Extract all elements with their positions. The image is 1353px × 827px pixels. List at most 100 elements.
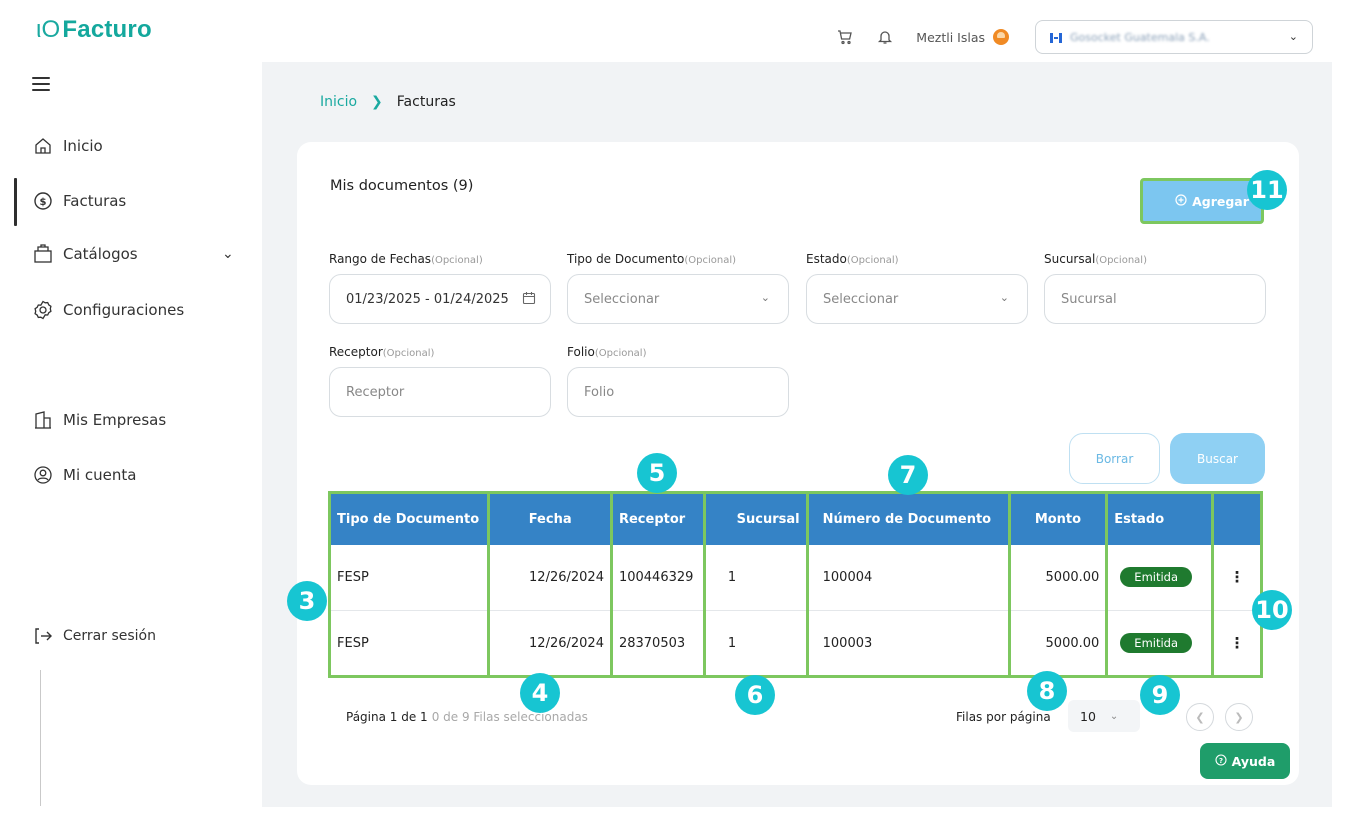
avatar[interactable] xyxy=(993,29,1009,45)
sidebar-item-configuraciones[interactable]: Configuraciones xyxy=(32,296,184,324)
doc-type-select[interactable]: Seleccionar ⌄ xyxy=(567,274,789,324)
more-vertical-icon[interactable]: ⋮ xyxy=(1230,568,1245,586)
sidebar-item-facturas[interactable]: $ Facturas xyxy=(32,187,126,215)
annotation-marker: 7 xyxy=(888,455,928,495)
annotation-marker: 3 xyxy=(287,581,327,621)
cart-icon[interactable] xyxy=(836,28,854,46)
folio-label: Folio(Opcional) xyxy=(567,345,647,359)
bell-icon[interactable] xyxy=(876,28,894,46)
sidebar-item-label: Mi cuenta xyxy=(63,466,137,484)
plus-circle-icon xyxy=(1175,193,1187,209)
more-vertical-icon[interactable]: ⋮ xyxy=(1230,634,1245,652)
cell-receiver: 28370503 xyxy=(609,610,706,678)
column-header[interactable]: Monto xyxy=(1007,491,1109,545)
column-header xyxy=(1211,491,1263,545)
column-header[interactable]: Fecha xyxy=(487,491,613,545)
chevron-down-icon[interactable]: ⌄ xyxy=(222,246,234,262)
annotation-marker: 9 xyxy=(1140,675,1180,715)
selected-info: 0 de 9 Filas seleccionadas xyxy=(431,710,588,724)
app-logo[interactable]: ιOFacturo xyxy=(36,16,152,44)
branch-label: Sucursal(Opcional) xyxy=(1044,252,1147,266)
doc-type-label: Tipo de Documento(Opcional) xyxy=(567,252,737,266)
annotation-marker: 5 xyxy=(637,453,677,493)
home-icon xyxy=(32,135,54,157)
status-select[interactable]: Seleccionar ⌄ xyxy=(806,274,1028,324)
column-header[interactable]: Número de Documento xyxy=(805,491,1011,545)
rows-per-page-value: 10 xyxy=(1080,708,1096,724)
column-header[interactable]: Estado xyxy=(1105,491,1215,545)
cell-doc-number: 100003 xyxy=(805,610,1011,678)
sidebar-item-inicio[interactable]: Inicio xyxy=(32,132,103,160)
documents-table: Tipo de Documento Fecha Receptor Sucursa… xyxy=(327,491,1263,678)
sidebar-item-catalogos[interactable]: Catálogos xyxy=(32,240,138,268)
sidebar-item-mi-cuenta[interactable]: Mi cuenta xyxy=(32,461,136,489)
column-header[interactable]: Tipo de Documento xyxy=(327,491,491,545)
rows-per-page-label: Filas por página xyxy=(956,710,1051,724)
breadcrumb-current: Facturas xyxy=(396,94,456,110)
table-row[interactable]: FESP 12/26/2024 28370503 1 100003 5000.0… xyxy=(327,610,1263,678)
cell-amount: 5000.00 xyxy=(1007,610,1109,678)
chevron-down-icon: ⌄ xyxy=(1109,710,1119,722)
status-label: Estado(Opcional) xyxy=(806,252,899,266)
logo-mark: ιO xyxy=(36,16,61,43)
sidebar-item-label: Facturas xyxy=(63,192,127,210)
sidebar-item-mis-empresas[interactable]: Mis Empresas xyxy=(32,406,166,434)
building-icon xyxy=(32,409,54,431)
receiver-input[interactable]: Receptor xyxy=(329,367,551,417)
sidebar-item-label: Configuraciones xyxy=(63,301,185,319)
cell-doc-type: FESP xyxy=(327,610,491,678)
menu-toggle-icon[interactable] xyxy=(32,77,50,91)
table-header-row: Tipo de Documento Fecha Receptor Sucursa… xyxy=(327,491,1263,545)
add-button[interactable]: Agregar xyxy=(1140,178,1264,224)
chevron-down-icon: ⌄ xyxy=(1288,30,1298,43)
gear-icon xyxy=(32,299,54,321)
svg-text:$: $ xyxy=(40,197,47,208)
cell-date: 12/26/2024 xyxy=(487,610,613,678)
dollar-circle-icon: $ xyxy=(32,190,54,212)
sidebar-item-label: Inicio xyxy=(63,137,103,155)
logo-text: Facturo xyxy=(62,16,152,43)
status-badge: Emitida xyxy=(1120,567,1193,588)
user-circle-icon xyxy=(32,464,54,486)
chevron-right-icon: ❯ xyxy=(371,94,383,110)
flag-icon xyxy=(1050,33,1062,43)
prev-page-button[interactable]: ❮ xyxy=(1186,703,1214,731)
catalog-icon xyxy=(32,243,54,265)
page-info: Página 1 de 1 xyxy=(346,710,428,724)
help-label: Ayuda xyxy=(1231,753,1276,769)
svg-text:?: ? xyxy=(1219,756,1223,764)
status-badge: Emitida xyxy=(1120,633,1193,653)
rows-per-page-select[interactable]: 10 ⌄ xyxy=(1068,700,1140,732)
cell-amount: 5000.00 xyxy=(1007,544,1109,611)
annotation-marker: 11 xyxy=(1247,170,1287,210)
breadcrumb-home[interactable]: Inicio xyxy=(320,94,357,110)
search-button[interactable]: Buscar xyxy=(1170,433,1265,484)
chevron-down-icon: ⌄ xyxy=(999,291,1009,304)
next-page-button[interactable]: ❯ xyxy=(1225,703,1253,731)
annotation-marker: 4 xyxy=(520,673,560,713)
column-header[interactable]: Receptor xyxy=(609,491,706,545)
clear-button[interactable]: Borrar xyxy=(1069,433,1160,484)
add-button-label: Agregar xyxy=(1192,193,1249,209)
chevron-right-icon: ❯ xyxy=(1234,710,1244,724)
user-name[interactable]: Meztli Islas xyxy=(916,30,985,45)
cell-receiver: 100446329 xyxy=(609,544,706,611)
cell-branch: 1 xyxy=(702,544,809,611)
branch-input[interactable]: Sucursal xyxy=(1044,274,1266,324)
cell-status: Emitida xyxy=(1105,610,1215,678)
sidebar-item-label: Catálogos xyxy=(63,245,138,263)
table-row[interactable]: FESP 12/26/2024 100446329 1 100004 5000.… xyxy=(327,544,1263,611)
company-select[interactable]: Gosocket Guatemala S.A. ⌄ xyxy=(1035,20,1313,54)
logout-button[interactable]: Cerrar sesión xyxy=(32,622,156,650)
sidebar-active-indicator xyxy=(14,178,17,226)
date-range-label: Rango de Fechas(Opcional) xyxy=(329,252,483,266)
sidebar-divider xyxy=(40,670,41,806)
page-title: Mis documentos (9) xyxy=(330,178,474,194)
folio-input[interactable]: Folio xyxy=(567,367,789,417)
date-range-input[interactable]: 01/23/2025 - 01/24/2025 xyxy=(329,274,551,324)
pagination-info: Página 1 de 10 de 9 Filas seleccionadas xyxy=(346,710,588,724)
company-name: Gosocket Guatemala S.A. xyxy=(1070,30,1210,44)
help-button[interactable]: ? Ayuda xyxy=(1200,743,1290,779)
calendar-icon[interactable] xyxy=(522,291,536,309)
column-header[interactable]: Sucursal xyxy=(702,491,809,545)
